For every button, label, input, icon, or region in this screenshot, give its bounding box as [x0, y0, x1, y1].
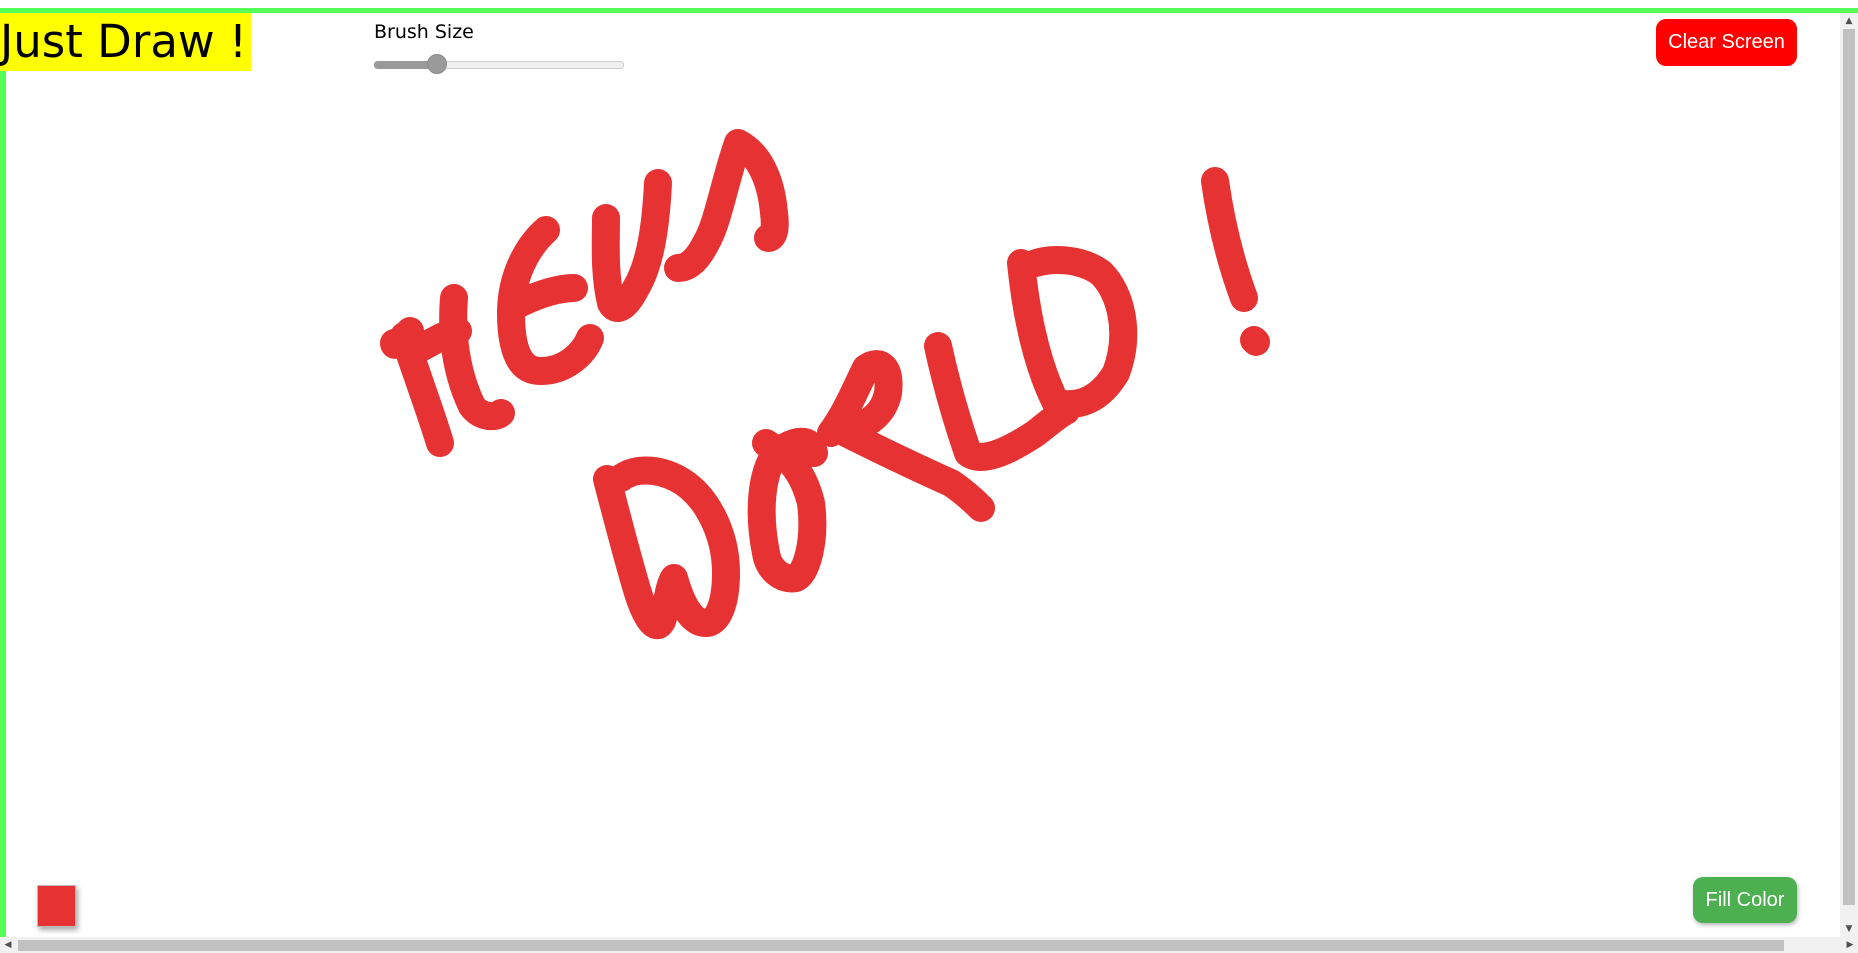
brush-size-label: Brush Size: [374, 21, 474, 43]
clear-screen-button[interactable]: Clear Screen: [1656, 19, 1797, 66]
horizontal-scrollbar[interactable]: ◀ ▶: [0, 937, 1858, 953]
stroke-letter-h-right: [439, 284, 515, 431]
stroke-letter-e: [497, 216, 604, 385]
vertical-scroll-thumb[interactable]: [1843, 29, 1855, 905]
scroll-down-arrow-icon[interactable]: ▼: [1840, 921, 1858, 937]
stroke-exclamation-line: [1201, 167, 1258, 312]
drawing-surface[interactable]: [6, 13, 1840, 937]
browser-top-edge: [0, 0, 1858, 8]
drawing-app: Just Draw ! Brush Size Clear Screen Fill…: [0, 0, 1858, 953]
slider-thumb[interactable]: [427, 54, 447, 74]
drawing-canvas[interactable]: [6, 13, 1840, 937]
vertical-scrollbar[interactable]: ▲ ▼: [1840, 13, 1858, 937]
fill-color-button[interactable]: Fill Color: [1693, 877, 1797, 923]
scroll-left-arrow-icon[interactable]: ◀: [0, 937, 16, 953]
stroke-letter-w: [593, 456, 740, 640]
brush-strokes: [380, 129, 1270, 640]
stroke-letter-l2-o: [664, 129, 789, 282]
scroll-up-arrow-icon[interactable]: ▲: [1840, 13, 1858, 29]
brush-size-slider[interactable]: [374, 54, 624, 74]
brush-color-picker[interactable]: [37, 885, 76, 927]
stroke-letter-d: [1007, 246, 1138, 419]
stroke-letter-o: [747, 427, 828, 593]
stroke-exclamation-dot: [1240, 326, 1270, 356]
stroke-letter-l1: [591, 169, 672, 322]
horizontal-scroll-thumb[interactable]: [18, 940, 1784, 951]
app-title: Just Draw !: [0, 13, 252, 71]
scroll-right-arrow-icon[interactable]: ▶: [1842, 937, 1858, 953]
